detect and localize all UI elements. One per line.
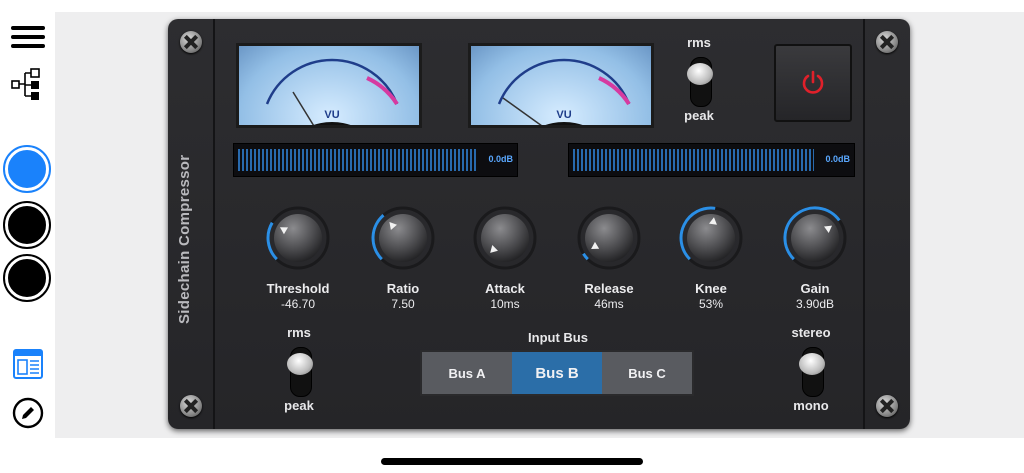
vu-label: VU xyxy=(324,109,339,121)
black-color-swatch-1[interactable] xyxy=(3,201,51,249)
layout-icon[interactable] xyxy=(4,348,51,380)
left-toolbar xyxy=(0,0,55,473)
level-meter-value: 0.0dB xyxy=(825,154,850,164)
detector-peak-label: peak xyxy=(684,108,714,123)
menu-icon[interactable] xyxy=(4,22,51,52)
knob-dial[interactable] xyxy=(576,205,642,271)
detector-rms-label: rms xyxy=(687,35,711,50)
stereo-label: stereo xyxy=(791,325,831,340)
knob-dial[interactable] xyxy=(782,205,848,271)
knob-value: 10ms xyxy=(490,297,520,311)
level-meter-left: 0.0dB xyxy=(233,143,518,177)
bus-c-button[interactable]: Bus C xyxy=(602,352,692,394)
hierarchy-icon[interactable] xyxy=(4,66,51,102)
knob-value: 46ms xyxy=(594,297,624,311)
right-rack-rail xyxy=(863,19,910,429)
knob-release[interactable]: Release 46ms xyxy=(564,205,654,311)
knob-name: Ratio xyxy=(386,281,420,296)
knob-threshold[interactable]: Threshold -46.70 xyxy=(253,205,343,311)
input-bus-label: Input Bus xyxy=(528,330,588,345)
knob-dial[interactable] xyxy=(370,205,436,271)
knob-ratio[interactable]: Ratio 7.50 xyxy=(358,205,448,311)
mono-label: mono xyxy=(793,398,829,413)
vu-scale: VU xyxy=(497,58,631,125)
power-button[interactable] xyxy=(774,44,852,122)
knob-value: 3.90dB xyxy=(795,297,835,311)
knob-name: Knee xyxy=(695,281,727,296)
knob-name: Attack xyxy=(485,281,525,296)
power-icon xyxy=(802,70,824,94)
bus-b-button[interactable]: Bus B xyxy=(512,352,602,394)
input-bus-selector: Bus A Bus B Bus C xyxy=(420,350,694,396)
knob-dial[interactable] xyxy=(472,205,538,271)
knob-value: -46.70 xyxy=(280,297,316,311)
knob-dial[interactable] xyxy=(678,205,744,271)
compressor-plugin-panel: Sidechain Compressor VU VU rms peak 0.0d… xyxy=(168,19,910,429)
knob-name: Release xyxy=(584,281,634,296)
stereo-mono-toggle[interactable] xyxy=(798,347,826,397)
screw-icon xyxy=(876,31,898,53)
screw-icon xyxy=(876,395,898,417)
knob-gain[interactable]: Gain 3.90dB xyxy=(770,205,860,311)
plugin-title: Sidechain Compressor xyxy=(176,154,193,324)
screw-icon xyxy=(180,395,202,417)
blue-color-swatch[interactable] xyxy=(3,145,51,193)
level-meter-value: 0.0dB xyxy=(488,154,513,164)
vu-meter-right: VU xyxy=(468,43,654,128)
knob-value: 53% xyxy=(698,297,724,311)
knob-dial[interactable] xyxy=(265,205,331,271)
knob-attack[interactable]: Attack 10ms xyxy=(460,205,550,311)
knob-name: Threshold xyxy=(266,281,330,296)
detector-peak-label: peak xyxy=(284,398,314,413)
knob-knee[interactable]: Knee 53% xyxy=(666,205,756,311)
knob-name: Gain xyxy=(800,281,830,296)
vu-label: VU xyxy=(556,109,571,121)
edit-icon[interactable] xyxy=(4,396,51,430)
detector-toggle-top[interactable] xyxy=(686,57,714,107)
bus-a-button[interactable]: Bus A xyxy=(422,352,512,394)
black-color-swatch-2[interactable] xyxy=(3,254,51,302)
knob-value: 7.50 xyxy=(391,297,415,311)
vu-meter-left: VU xyxy=(236,43,422,128)
home-indicator xyxy=(381,458,643,465)
detector-rms-label: rms xyxy=(287,325,311,340)
level-meter-right: 0.0dB xyxy=(568,143,855,177)
detector-toggle-bottom[interactable] xyxy=(286,347,314,397)
vu-scale: VU xyxy=(265,58,399,125)
